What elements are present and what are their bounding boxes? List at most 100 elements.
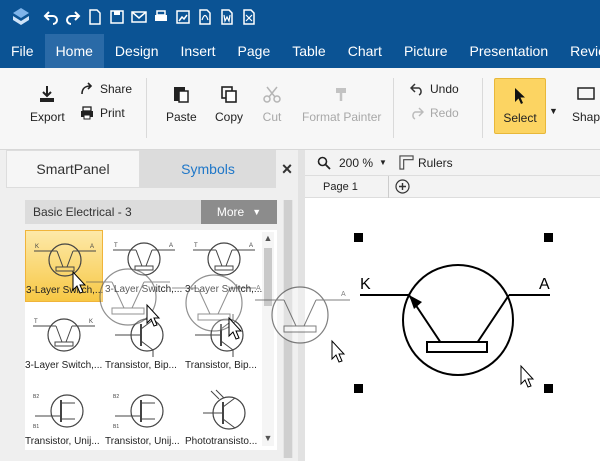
cut-label: Cut: [262, 110, 282, 124]
undo-quick-icon[interactable]: [42, 8, 60, 26]
symbol-item[interactable]: B2 B1 Transistor, Unij...: [25, 382, 103, 454]
svg-text:K: K: [89, 319, 93, 325]
paste-label: Paste: [166, 110, 197, 124]
symbol-item[interactable]: Transistor, Bip...: [105, 306, 183, 378]
copy-button[interactable]: Copy: [215, 84, 243, 124]
undo-icon: [410, 83, 422, 96]
scissors-icon: [263, 86, 281, 103]
unijunction-transistor-icon: B2 B1: [33, 394, 84, 430]
export-pdf-icon[interactable]: [196, 8, 214, 26]
symbol-item[interactable]: B2 B1 Transistor, Unij...: [105, 382, 183, 454]
terminal-label-a: A: [539, 276, 550, 293]
menu-design[interactable]: Design: [104, 34, 170, 68]
export-image-icon[interactable]: [174, 8, 192, 26]
tab-symbols[interactable]: Symbols: [140, 150, 276, 188]
svg-text:K: K: [35, 244, 39, 250]
symbol-item[interactable]: Transistor, Bip...: [185, 306, 263, 378]
menu-table[interactable]: Table: [281, 34, 336, 68]
more-label: More: [216, 205, 245, 219]
ribbon-separator: [393, 78, 394, 138]
symbol-item[interactable]: TK 3-Layer Switch,...: [25, 306, 103, 378]
symbol-label: 3-Layer Switch,...: [25, 360, 103, 371]
symbol-grid-scrollbar[interactable]: ▲ ▼: [262, 232, 274, 446]
print-button[interactable]: Print: [80, 106, 125, 120]
menu-review[interactable]: Revie: [559, 34, 600, 68]
symbol-item[interactable]: Phototransisto...: [185, 382, 263, 454]
pointer-icon: [515, 88, 525, 104]
email-icon[interactable]: [130, 8, 148, 26]
svg-text:B2: B2: [113, 394, 119, 400]
app-window: File Home Design Insert Page Table Chart…: [0, 0, 600, 461]
scroll-down-icon[interactable]: ▼: [262, 433, 274, 445]
drawing-canvas[interactable]: K A: [305, 198, 600, 461]
svg-text:A: A: [90, 244, 94, 250]
view-toolbar: 200 % ▼ Rulers: [305, 150, 600, 176]
share-button[interactable]: Share: [80, 82, 132, 96]
rulers-toggle[interactable]: Rulers: [418, 156, 453, 170]
phototransistor-icon: [203, 389, 246, 430]
panel-splitter[interactable]: [298, 150, 305, 461]
panel-scrollbar-thumb[interactable]: [284, 200, 292, 458]
shape-button[interactable]: Shap: [572, 84, 600, 124]
menu-presentation[interactable]: Presentation: [459, 34, 560, 68]
symbol-item[interactable]: TA 3-Layer Switch,...: [105, 230, 183, 302]
close-panel-button[interactable]: ×: [276, 150, 298, 188]
add-page-icon[interactable]: [395, 179, 410, 194]
select-dropdown-arrow[interactable]: ▼: [549, 106, 558, 116]
zoom-level[interactable]: 200 %: [339, 156, 373, 170]
format-painter-button[interactable]: Format Painter: [302, 84, 381, 124]
menu-picture[interactable]: Picture: [393, 34, 459, 68]
ribbon-separator: [146, 78, 147, 138]
three-layer-switch-symbol: [360, 264, 550, 376]
menu-page[interactable]: Page: [227, 34, 282, 68]
undo-label: Undo: [430, 82, 459, 96]
bipolar-transistor-icon: [195, 314, 244, 357]
copy-label: Copy: [215, 110, 244, 124]
canvas-drawing: [354, 233, 553, 393]
library-title[interactable]: Basic Electrical - 3: [25, 205, 201, 219]
zoom-icon[interactable]: [317, 156, 331, 170]
chevron-down-icon: ▼: [252, 207, 262, 217]
page-tab-bar: Page 1: [305, 176, 600, 198]
panel-scrollbar[interactable]: [283, 200, 293, 458]
redo-button[interactable]: Redo: [410, 106, 459, 120]
export-excel-icon[interactable]: [240, 8, 258, 26]
symbol-label: Phototransisto...: [185, 436, 258, 447]
symbol-label: 3-Layer Switch,...: [105, 284, 183, 295]
print-quick-icon[interactable]: [152, 8, 170, 26]
cut-button[interactable]: Cut: [262, 84, 282, 124]
menu-insert[interactable]: Insert: [170, 34, 227, 68]
symbol-label: Transistor, Unij...: [25, 436, 100, 447]
export-button[interactable]: Export: [30, 84, 65, 124]
symbol-label: Transistor, Bip...: [185, 360, 257, 371]
svg-text:B1: B1: [33, 424, 39, 430]
more-button[interactable]: More ▼: [201, 200, 277, 224]
tab-smartpanel[interactable]: SmartPanel: [6, 150, 140, 188]
select-button[interactable]: Select: [494, 78, 546, 134]
scrollbar-thumb[interactable]: [264, 248, 272, 306]
symbol-item[interactable]: TA 3-Layer Switch,...: [185, 230, 263, 302]
copy-icon: [221, 86, 237, 103]
new-file-icon[interactable]: [86, 8, 104, 26]
unijunction-transistor-icon: B2 B1: [113, 394, 164, 430]
svg-text:A: A: [169, 243, 173, 249]
symbol-label: 3-Layer Switch,...: [26, 285, 104, 296]
save-icon[interactable]: [108, 8, 126, 26]
paste-button[interactable]: Paste: [166, 84, 197, 124]
zoom-dropdown-icon[interactable]: ▼: [379, 158, 387, 167]
export-word-icon[interactable]: [218, 8, 236, 26]
selection-handle: [354, 384, 363, 393]
menu-chart[interactable]: Chart: [337, 34, 393, 68]
ruler-icon: [399, 155, 414, 170]
menu-file[interactable]: File: [0, 34, 45, 68]
menu-home[interactable]: Home: [44, 34, 104, 68]
symbol-item[interactable]: K A 3-Layer Switch,...: [25, 230, 103, 302]
redo-quick-icon[interactable]: [64, 8, 82, 26]
svg-text:T: T: [194, 243, 198, 249]
page-tab[interactable]: Page 1: [323, 181, 358, 193]
selection-handle: [544, 233, 553, 242]
shape-icon: [577, 87, 595, 100]
scroll-up-icon[interactable]: ▲: [262, 233, 274, 245]
svg-text:B2: B2: [33, 394, 39, 400]
undo-button[interactable]: Undo: [410, 82, 459, 96]
